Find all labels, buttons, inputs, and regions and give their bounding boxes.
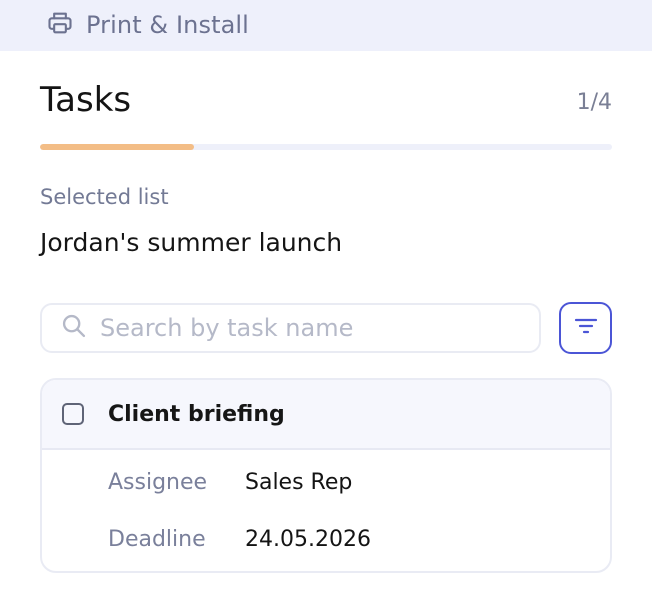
search-input[interactable] xyxy=(98,313,532,343)
search-box xyxy=(40,303,541,353)
progress-fill xyxy=(40,144,195,150)
deadline-value: 24.05.2026 xyxy=(245,527,371,552)
task-field-deadline: Deadline 24.05.2026 xyxy=(108,527,371,552)
task-name: Client briefing xyxy=(108,401,285,427)
selected-list-label: Selected list xyxy=(40,185,169,209)
task-field-assignee: Assignee Sales Rep xyxy=(108,470,352,495)
printer-icon xyxy=(46,9,74,41)
assignee-label: Assignee xyxy=(108,470,208,495)
print-install-label: Print & Install xyxy=(86,11,249,39)
task-card: Client briefing Assignee Sales Rep Deadl… xyxy=(40,378,612,573)
step-counter: 1/4 xyxy=(576,90,612,115)
print-install-button[interactable]: Print & Install xyxy=(46,10,249,40)
deadline-label: Deadline xyxy=(108,527,206,552)
selected-list-value: Jordan's summer launch xyxy=(40,228,343,257)
progress-bar xyxy=(40,144,612,150)
task-checkbox[interactable] xyxy=(62,403,84,425)
filter-button[interactable] xyxy=(559,302,612,354)
search-icon xyxy=(42,312,88,344)
filter-icon xyxy=(573,315,599,341)
page-title: Tasks xyxy=(40,80,132,120)
assignee-value: Sales Rep xyxy=(245,470,353,495)
task-card-header: Client briefing xyxy=(42,380,610,450)
top-bar: Print & Install xyxy=(0,0,652,51)
